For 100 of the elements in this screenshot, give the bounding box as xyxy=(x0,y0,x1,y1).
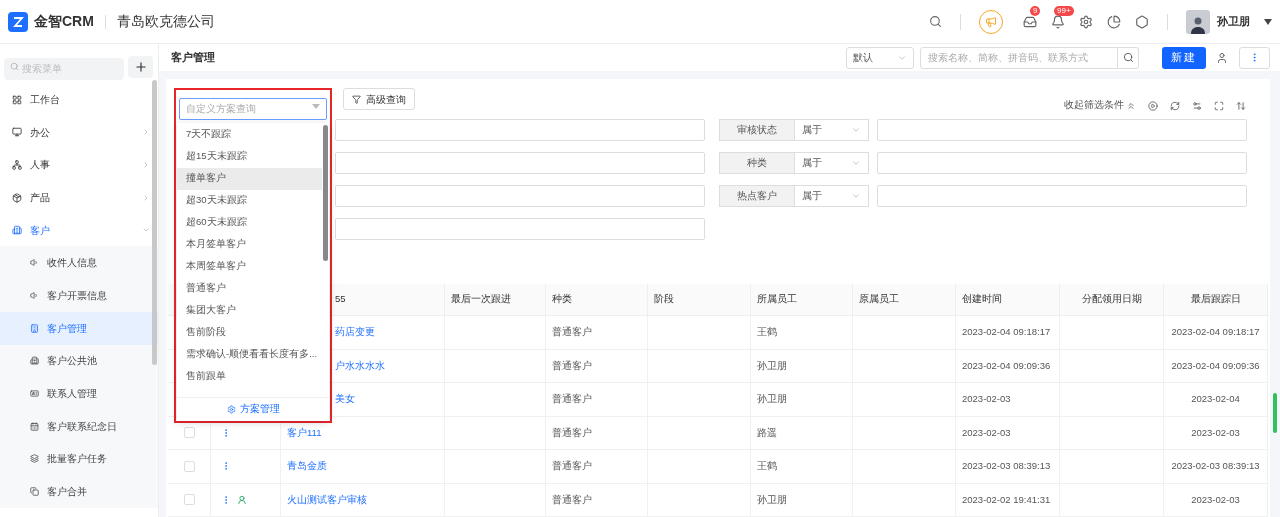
user-avatar[interactable] xyxy=(1186,9,1210,34)
row-checkbox[interactable] xyxy=(183,460,195,472)
search-icon[interactable] xyxy=(929,15,942,28)
customer-link[interactable]: 药店变更 xyxy=(335,325,375,340)
filter-icon xyxy=(352,94,361,104)
package-icon xyxy=(12,192,22,203)
chevron-icon xyxy=(142,193,150,202)
view-select[interactable]: 默认 xyxy=(846,46,914,69)
pie-chart-icon[interactable] xyxy=(1107,14,1121,29)
settings-icon[interactable] xyxy=(1079,14,1093,29)
search-icon xyxy=(1122,52,1134,63)
table-cell: 孙卫朋 xyxy=(757,392,787,407)
operator-select[interactable]: 属于 xyxy=(795,185,869,207)
operator-select[interactable]: 属于 xyxy=(795,152,869,174)
filter-input[interactable] xyxy=(335,218,705,240)
sidebar-subitem[interactable]: 客户管理 xyxy=(0,311,158,345)
chevron-icon xyxy=(851,158,861,168)
sidebar-item[interactable]: 产品 xyxy=(0,181,158,214)
filter-label: 审核状态 xyxy=(719,119,795,141)
customer-search-field[interactable]: 搜索名称、简称、拼音码、联系方式 xyxy=(920,46,1118,69)
row-checkbox[interactable] xyxy=(183,494,195,506)
table-cell: 路遥 xyxy=(757,425,777,440)
filter-input[interactable] xyxy=(877,185,1247,207)
building-icon xyxy=(12,225,22,236)
sidebar-item[interactable]: 工作台 xyxy=(0,83,158,117)
user-icon[interactable] xyxy=(1216,51,1228,64)
settings-icon[interactable] xyxy=(1192,100,1202,111)
sidebar-subitem[interactable]: 客户合并 xyxy=(0,475,158,508)
customer-link[interactable]: 客户111 xyxy=(287,425,322,440)
monitor-icon xyxy=(12,127,22,138)
table-cell: 王鹤 xyxy=(757,459,777,474)
sidebar-item[interactable]: 办公 xyxy=(0,116,158,149)
add-button[interactable] xyxy=(128,56,153,79)
scrollbar[interactable] xyxy=(1273,393,1277,433)
table-cell: 2023-02-04 09:09:36 xyxy=(962,358,1051,373)
table-cell: 2023-02-03 xyxy=(1191,425,1240,440)
sidebar-subitem[interactable]: 客户联系纪念日 xyxy=(0,409,158,443)
filter-input[interactable] xyxy=(335,152,705,174)
table-cell: 2023-02-04 09:18:17 xyxy=(1171,325,1260,340)
table-cell: 2023-02-03 xyxy=(962,392,1011,407)
table-cell: 2023-02-03 08:39:13 xyxy=(962,459,1051,474)
collapse-filters-link[interactable]: 收起筛选条件 xyxy=(1064,98,1136,113)
id-card-icon xyxy=(30,389,39,399)
speaker-icon xyxy=(30,258,39,268)
column-header: 种类 xyxy=(552,292,572,307)
refresh-icon[interactable] xyxy=(1170,100,1180,111)
filter-input[interactable] xyxy=(877,152,1247,174)
row-checkbox[interactable] xyxy=(183,427,195,439)
filter-input[interactable] xyxy=(877,119,1247,141)
sidebar-subitem[interactable]: 客户公共池 xyxy=(0,344,158,378)
inbox-icon[interactable] xyxy=(1023,14,1037,29)
caret-icon[interactable] xyxy=(1264,18,1272,25)
scheme-management-button[interactable]: 方案管理 xyxy=(177,397,329,421)
table-cell: 2023-02-03 xyxy=(962,425,1011,440)
filter-input[interactable] xyxy=(335,185,705,207)
sidebar-subitem[interactable]: 收件人信息 xyxy=(0,246,158,280)
play-icon[interactable] xyxy=(1148,100,1158,111)
table-cell: 普通客户 xyxy=(552,325,592,340)
fullscreen-icon[interactable] xyxy=(1214,100,1224,111)
sidebar-item[interactable]: 人事 xyxy=(0,148,158,182)
customer-link[interactable]: 户水水水水 xyxy=(335,358,385,373)
sidebar-subitem[interactable]: 联系人管理 xyxy=(0,377,158,410)
chevron-icon xyxy=(851,125,861,135)
search-icon xyxy=(10,61,19,71)
new-button[interactable]: 新建 xyxy=(1162,46,1206,69)
advanced-search-button[interactable]: 高级查询 xyxy=(343,88,415,110)
filter-input[interactable] xyxy=(335,119,705,141)
column-header: 阶段 xyxy=(654,292,674,307)
sidebar-subitem[interactable]: 批量客户任务 xyxy=(0,442,158,476)
operator-select[interactable]: 属于 xyxy=(795,119,869,141)
column-header: 创建时间 xyxy=(962,292,1002,307)
search-button[interactable] xyxy=(1118,46,1139,69)
column-header: 最后一次跟进 xyxy=(451,292,511,307)
settings-icon xyxy=(226,405,236,414)
scheme-option[interactable]: 撞单客户 xyxy=(177,167,322,190)
resize-icon[interactable] xyxy=(1236,100,1246,111)
customer-link[interactable]: 青岛金质 xyxy=(287,459,327,474)
table-cell: 2023-02-04 09:18:17 xyxy=(962,325,1051,340)
grid-icon xyxy=(12,94,22,105)
chevron-icon xyxy=(851,191,861,201)
bell-icon[interactable] xyxy=(1051,14,1065,29)
scrollbar[interactable] xyxy=(152,80,157,365)
user-name[interactable]: 孙卫朋 xyxy=(1217,13,1250,30)
table-cell: 2023-02-02 19:41:31 xyxy=(962,492,1051,507)
customer-link[interactable]: 火山测试客户审核 xyxy=(287,492,367,507)
chevrons-up-icon xyxy=(1126,100,1136,111)
hexagon-icon[interactable] xyxy=(1135,14,1149,29)
table-cell: 普通客户 xyxy=(552,459,592,474)
customer-link[interactable]: 美女 xyxy=(335,392,355,407)
chevron-icon xyxy=(142,161,150,169)
building-icon xyxy=(30,356,39,366)
column-header: 最后跟踪日 xyxy=(1190,292,1241,307)
table-cell: 孙卫朋 xyxy=(757,492,787,507)
sidebar-subitem[interactable]: 客户开票信息 xyxy=(0,279,158,312)
table-cell: 2023-02-04 xyxy=(1191,392,1240,407)
page-title: 客户管理 xyxy=(171,50,216,66)
sidebar-item[interactable]: 客户 xyxy=(0,213,158,247)
scrollbar[interactable] xyxy=(323,124,328,261)
network-icon xyxy=(12,160,22,170)
scheme-select[interactable]: 自定义方案查询 xyxy=(179,97,327,120)
